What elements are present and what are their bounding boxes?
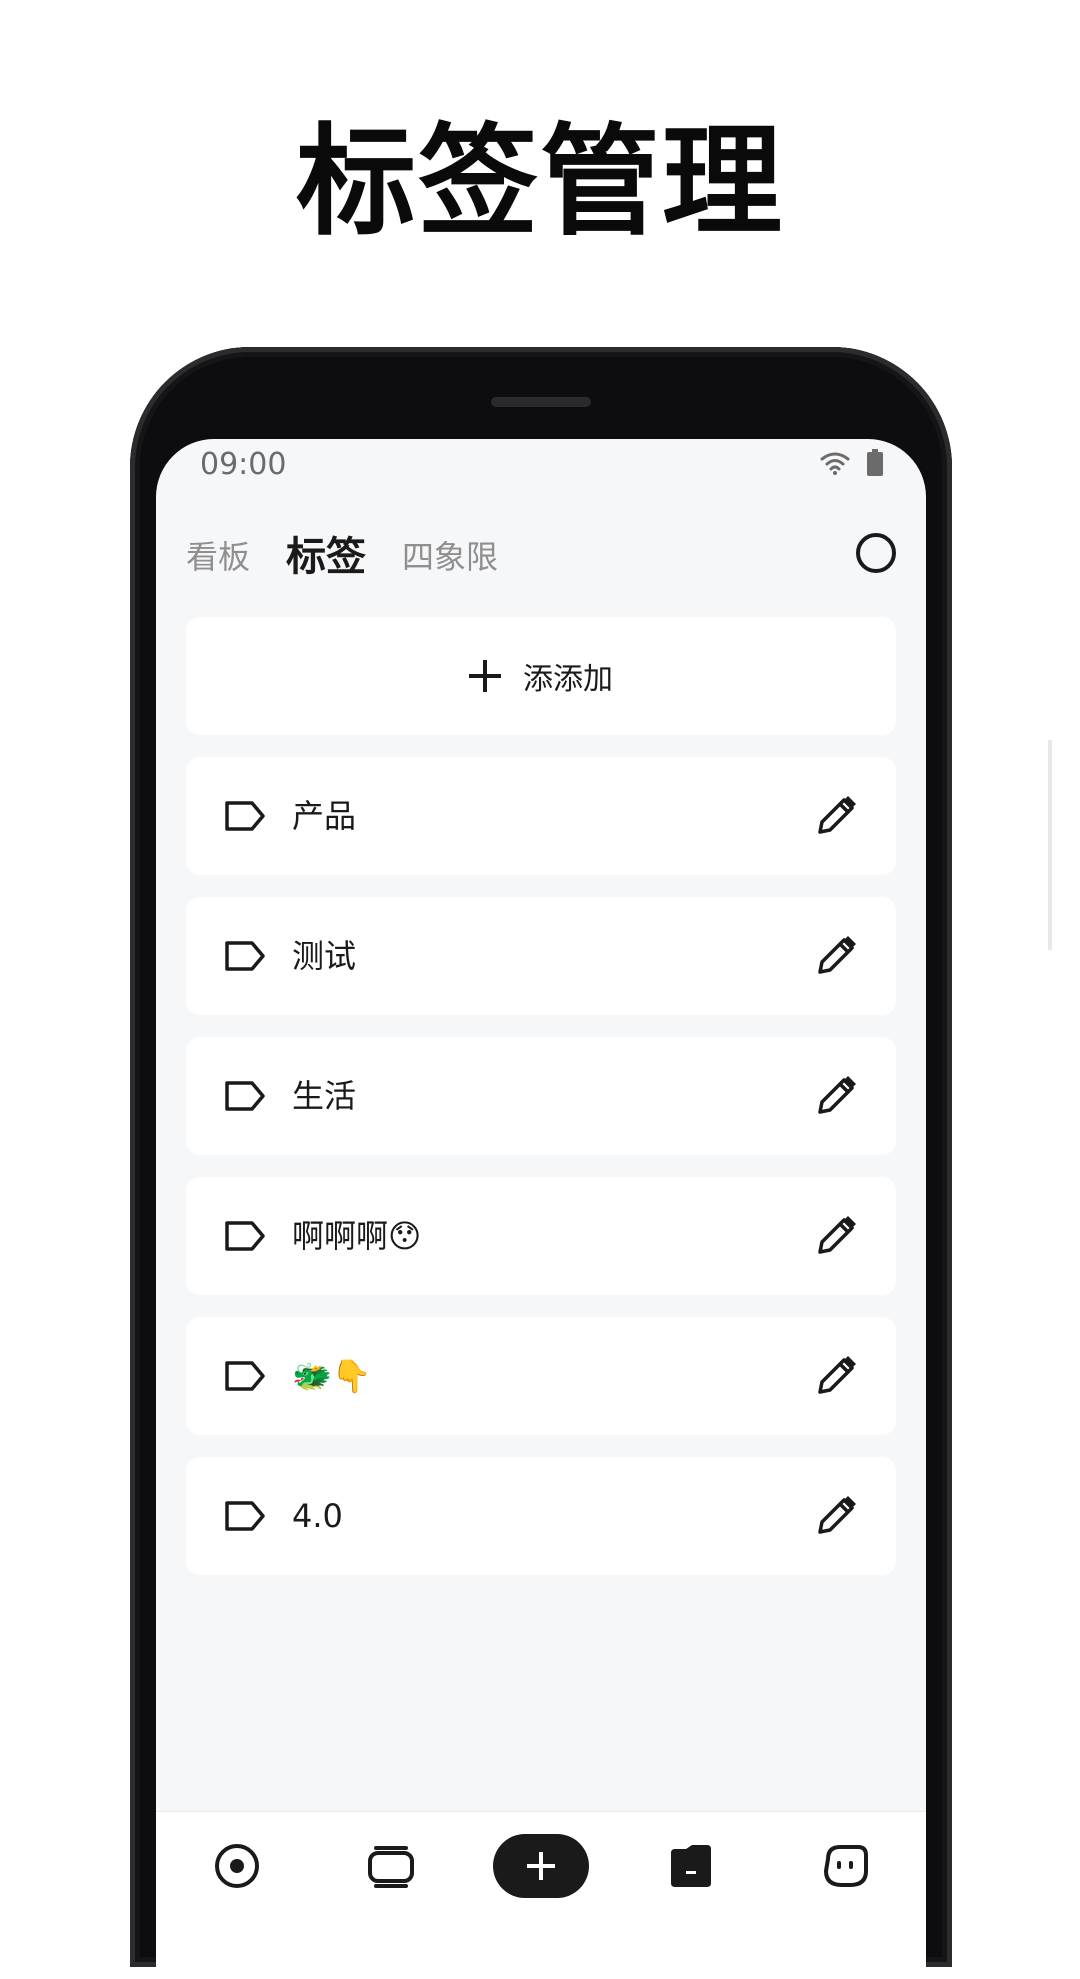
face-icon[interactable] (813, 1834, 877, 1898)
add-tag-button[interactable]: 添添加 (186, 617, 896, 735)
tag-label: 🐲👇 (292, 1357, 372, 1395)
pencil-icon[interactable] (814, 1354, 858, 1402)
pencil-icon[interactable] (814, 794, 858, 842)
bottom-nav (156, 1811, 926, 1979)
tag-icon (224, 1220, 266, 1256)
add-task-button[interactable] (493, 1834, 589, 1898)
tag-label: 4.0 (292, 1497, 343, 1535)
top-tabs: 看板 标签 四象限 (186, 527, 534, 587)
list-item[interactable]: 测试 (186, 897, 896, 1015)
profile-circle-icon[interactable] (856, 533, 896, 573)
tag-icon (224, 1500, 266, 1536)
pencil-icon[interactable] (814, 1074, 858, 1122)
pencil-icon[interactable] (814, 1494, 858, 1542)
list-item[interactable]: 生活 (186, 1037, 896, 1155)
phone-side-button (1048, 740, 1052, 950)
status-bar: 09:00 (156, 439, 926, 499)
tag-icon (224, 800, 266, 836)
tag-icon (224, 940, 266, 976)
pencil-icon[interactable] (814, 1214, 858, 1262)
list-item[interactable]: 4.0 (186, 1457, 896, 1575)
phone-frame: 09:00 看板 标签 四象限 添添加 产品 测试 生活 啊啊啊😯 🐲👇 4.0 (130, 347, 952, 1979)
wifi-icon (820, 451, 850, 479)
app-screen: 09:00 看板 标签 四象限 添添加 产品 测试 生活 啊啊啊😯 🐲👇 4.0 (156, 439, 926, 1979)
page-headline: 标签管理 (296, 113, 784, 252)
tag-icon (224, 1360, 266, 1396)
phone-speaker (491, 397, 591, 407)
list-item[interactable]: 啊啊啊😯 (186, 1177, 896, 1295)
list-item[interactable]: 🐲👇 (186, 1317, 896, 1435)
status-time: 09:00 (200, 447, 287, 482)
plus-icon (527, 1852, 555, 1880)
pencil-icon[interactable] (814, 934, 858, 982)
list-item[interactable]: 产品 (186, 757, 896, 875)
tag-label: 啊啊啊😯 (292, 1217, 422, 1255)
folder-icon[interactable] (659, 1834, 723, 1898)
tag-label: 产品 (292, 797, 357, 835)
tab-quadrant[interactable]: 四象限 (402, 527, 498, 587)
tag-label: 生活 (292, 1077, 357, 1115)
add-tag-label: 添添加 (523, 662, 613, 697)
tab-kanban[interactable]: 看板 (186, 527, 250, 587)
tab-tags[interactable]: 标签 (286, 527, 366, 587)
tag-icon (224, 1080, 266, 1116)
target-icon[interactable] (205, 1834, 269, 1898)
cards-icon[interactable] (359, 1834, 423, 1898)
battery-icon (866, 449, 884, 481)
tag-label: 测试 (292, 937, 357, 975)
tag-list: 产品 测试 生活 啊啊啊😯 🐲👇 4.0 (186, 757, 896, 1597)
plus-icon (469, 660, 501, 692)
